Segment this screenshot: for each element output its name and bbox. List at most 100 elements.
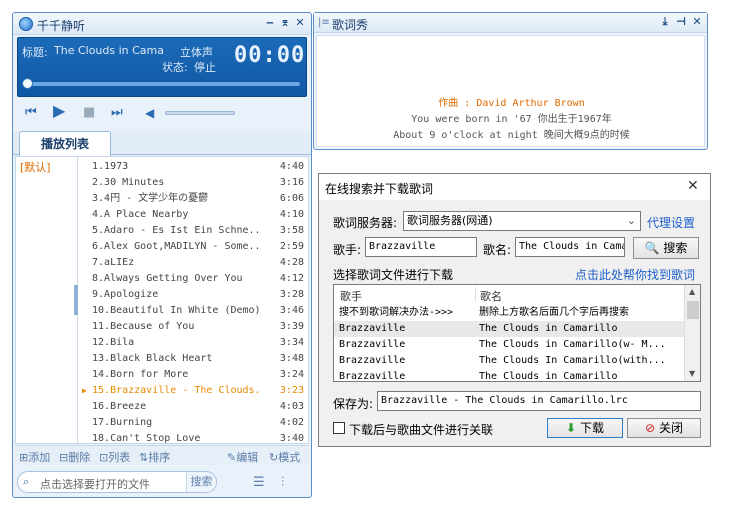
song-duration: 6:06 — [279, 193, 304, 204]
player-titlebar: 千千静听 ‒ ⌆ ✕ — [13, 13, 311, 35]
remove-button[interactable]: ⊟删除 — [59, 449, 90, 465]
song-row[interactable]: 3.4円 - 文学少年の憂鬱 6:06 — [80, 191, 308, 207]
volume-slider[interactable] — [165, 111, 235, 115]
column-header-artist[interactable]: 歌手 — [340, 288, 362, 304]
song-title: 9.Apologize — [92, 287, 262, 303]
title-label: 标题: — [22, 46, 48, 59]
lyrics-menu-icon[interactable]: |≡ — [318, 17, 330, 28]
close-icon[interactable]: ✕ — [293, 16, 307, 30]
song-row[interactable]: 12.Bila 3:34 — [80, 335, 308, 351]
song-name: Always Getting Over You — [104, 273, 243, 284]
scroll-up-icon[interactable]: ▲ — [689, 287, 695, 296]
mode-button[interactable]: ↻模式 — [269, 449, 300, 465]
next-icon[interactable]: ⏭ — [111, 105, 123, 121]
search-button[interactable]: 🔍 搜索 — [633, 237, 699, 259]
volume-icon[interactable]: ◀ — [145, 105, 154, 121]
close-button[interactable]: ⊘ 关闭 — [627, 418, 701, 438]
song-row[interactable]: 17.Burning 4:02 — [80, 415, 308, 431]
song-number: 11. — [92, 321, 111, 332]
file-search-box[interactable]: ⌕ 点击选择要打开的文件 搜索 — [17, 471, 217, 493]
song-row[interactable]: 6.Alex Goot,MADILYN - Some... 2:59 — [80, 239, 308, 255]
result-row[interactable]: Brazzaville The Clouds in Camarillo — [334, 321, 684, 337]
equalizer-icon[interactable]: ⫶ — [281, 475, 284, 490]
scroll-thumb[interactable] — [687, 301, 699, 319]
song-input[interactable]: The Clouds in Cama — [515, 237, 625, 257]
result-row[interactable]: Brazzaville The Clouds In Camarillo(with.… — [334, 353, 684, 369]
list-button[interactable]: ⊡列表 — [99, 449, 130, 465]
song-title: 3.4円 - 文学少年の憂鬱 — [92, 191, 262, 207]
song-duration: 3:23 — [279, 385, 304, 396]
pin-icon[interactable]: ⤓ — [658, 15, 672, 29]
play-icon[interactable]: ▶ — [53, 103, 65, 119]
download-button[interactable]: ⬇ 下载 — [547, 418, 623, 438]
artist-input[interactable]: Brazzaville — [365, 237, 477, 257]
song-duration: 3:28 — [279, 289, 304, 300]
result-row[interactable]: Brazzaville The Clouds in Camarillo — [334, 369, 684, 381]
song-name: Apologize — [104, 289, 159, 300]
compact-mode-icon[interactable]: ⌆ — [278, 16, 292, 30]
add-button[interactable]: ⊞添加 — [19, 449, 50, 465]
column-header-song[interactable]: 歌名 — [480, 288, 502, 304]
lyrics-display: 作曲 : David Arthur Brown You were born in… — [316, 35, 705, 147]
lyric-line: 作曲 : David Arthur Brown — [438, 98, 585, 109]
song-number: 5. — [92, 225, 105, 236]
song-row[interactable]: 11.Because of You 3:39 — [80, 319, 308, 335]
previous-icon[interactable]: ⏮ — [25, 105, 37, 121]
song-row[interactable]: 8.Always Getting Over You 4:12 — [80, 271, 308, 287]
song-name: Beautiful In White (Demo) — [110, 305, 261, 316]
category-default[interactable]: [默认] — [20, 159, 51, 175]
save-as-input[interactable]: Brazzaville - The Clouds in Camarillo.lr… — [377, 391, 701, 411]
song-row[interactable]: 10.Beautiful In White (Demo) 3:46 — [80, 303, 308, 319]
minimize-icon[interactable]: ‒ — [263, 16, 277, 30]
tab-playlist[interactable]: 播放列表 — [19, 131, 111, 156]
chevron-down-icon: ⌄ — [626, 214, 636, 227]
result-artist: Brazzaville — [339, 339, 406, 350]
song-title: 2.30 Minutes — [92, 175, 262, 191]
artist-label: 歌手: — [333, 243, 362, 257]
song-row[interactable]: 2.30 Minutes 3:16 — [80, 175, 308, 191]
associate-label: 下载后与歌曲文件进行关联 — [349, 423, 494, 437]
result-row[interactable]: Brazzaville The Clouds in Camarillo(w- M.… — [334, 337, 684, 353]
song-row[interactable]: 16.Breeze 4:03 — [80, 399, 308, 415]
stop-icon[interactable]: ■ — [83, 105, 95, 121]
dock-icon[interactable]: ⊣ — [674, 15, 688, 29]
song-row[interactable]: 7.aLIEz 4:28 — [80, 255, 308, 271]
server-select[interactable]: 歌词服务器(网通) ⌄ — [403, 211, 641, 231]
result-row[interactable]: 搜不到歌词解决办法->>> 删除上方歌名后面几个字后再搜索 — [334, 305, 684, 321]
results-scrollbar[interactable]: ▲ ▼ — [684, 285, 700, 381]
song-row[interactable]: 13.Black Black Heart 3:48 — [80, 351, 308, 367]
song-row[interactable]: 5.Adaro - Es Ist Ein Schne... 3:58 — [80, 223, 308, 239]
sort-button[interactable]: ⇅排序 — [139, 449, 170, 465]
time-display: 00:00 — [234, 43, 306, 68]
associate-checkbox[interactable] — [333, 422, 345, 434]
playlist-toolbar: ⊞添加 ⊟删除 ⊡列表 ⇅排序 ✎编辑 ↻模式 — [15, 445, 309, 465]
song-row[interactable]: 1.1973 4:40 — [80, 159, 308, 175]
song-duration: 4:02 — [279, 417, 304, 428]
song-name: Bila — [110, 337, 135, 348]
song-name: Brazzaville - The Clouds... — [110, 385, 262, 396]
song-row[interactable]: 14.Born for More 3:24 — [80, 367, 308, 383]
song-row[interactable]: 9.Apologize 3:28 — [80, 287, 308, 303]
splitter-handle[interactable] — [74, 285, 78, 315]
song-duration: 4:03 — [279, 401, 304, 412]
song-name: Alex Goot,MADILYN - Some... — [104, 241, 262, 252]
song-row[interactable]: ▶ 15.Brazzaville - The Clouds... 3:23 — [80, 383, 308, 399]
now-playing-icon: ▶ — [82, 386, 87, 395]
seek-bar[interactable] — [24, 82, 300, 86]
result-artist: Brazzaville — [339, 355, 406, 366]
status-value: 停止 — [194, 61, 216, 74]
song-number: 14. — [92, 369, 111, 380]
song-row[interactable]: 4.A Place Nearby 4:10 — [80, 207, 308, 223]
list-view-icon[interactable]: ☰ — [253, 475, 265, 490]
dialog-close-icon[interactable]: ✕ — [687, 178, 699, 194]
song-number: 10. — [92, 305, 111, 316]
help-find-lyrics-link[interactable]: 点击此处帮你找到歌词 — [575, 266, 695, 283]
edit-button[interactable]: ✎编辑 — [227, 449, 258, 465]
lyrics-close-icon[interactable]: ✕ — [690, 15, 704, 29]
song-list: 1.1973 4:40 2.30 Minutes 3:16 3.4円 - 文学少年の憂鬱… — [80, 157, 308, 444]
scroll-down-icon[interactable]: ▼ — [689, 369, 695, 378]
song-number: 15. — [92, 385, 111, 396]
file-search-button[interactable]: 搜索 — [186, 472, 216, 492]
seek-knob[interactable] — [22, 78, 33, 89]
proxy-settings-link[interactable]: 代理设置 — [647, 214, 695, 231]
